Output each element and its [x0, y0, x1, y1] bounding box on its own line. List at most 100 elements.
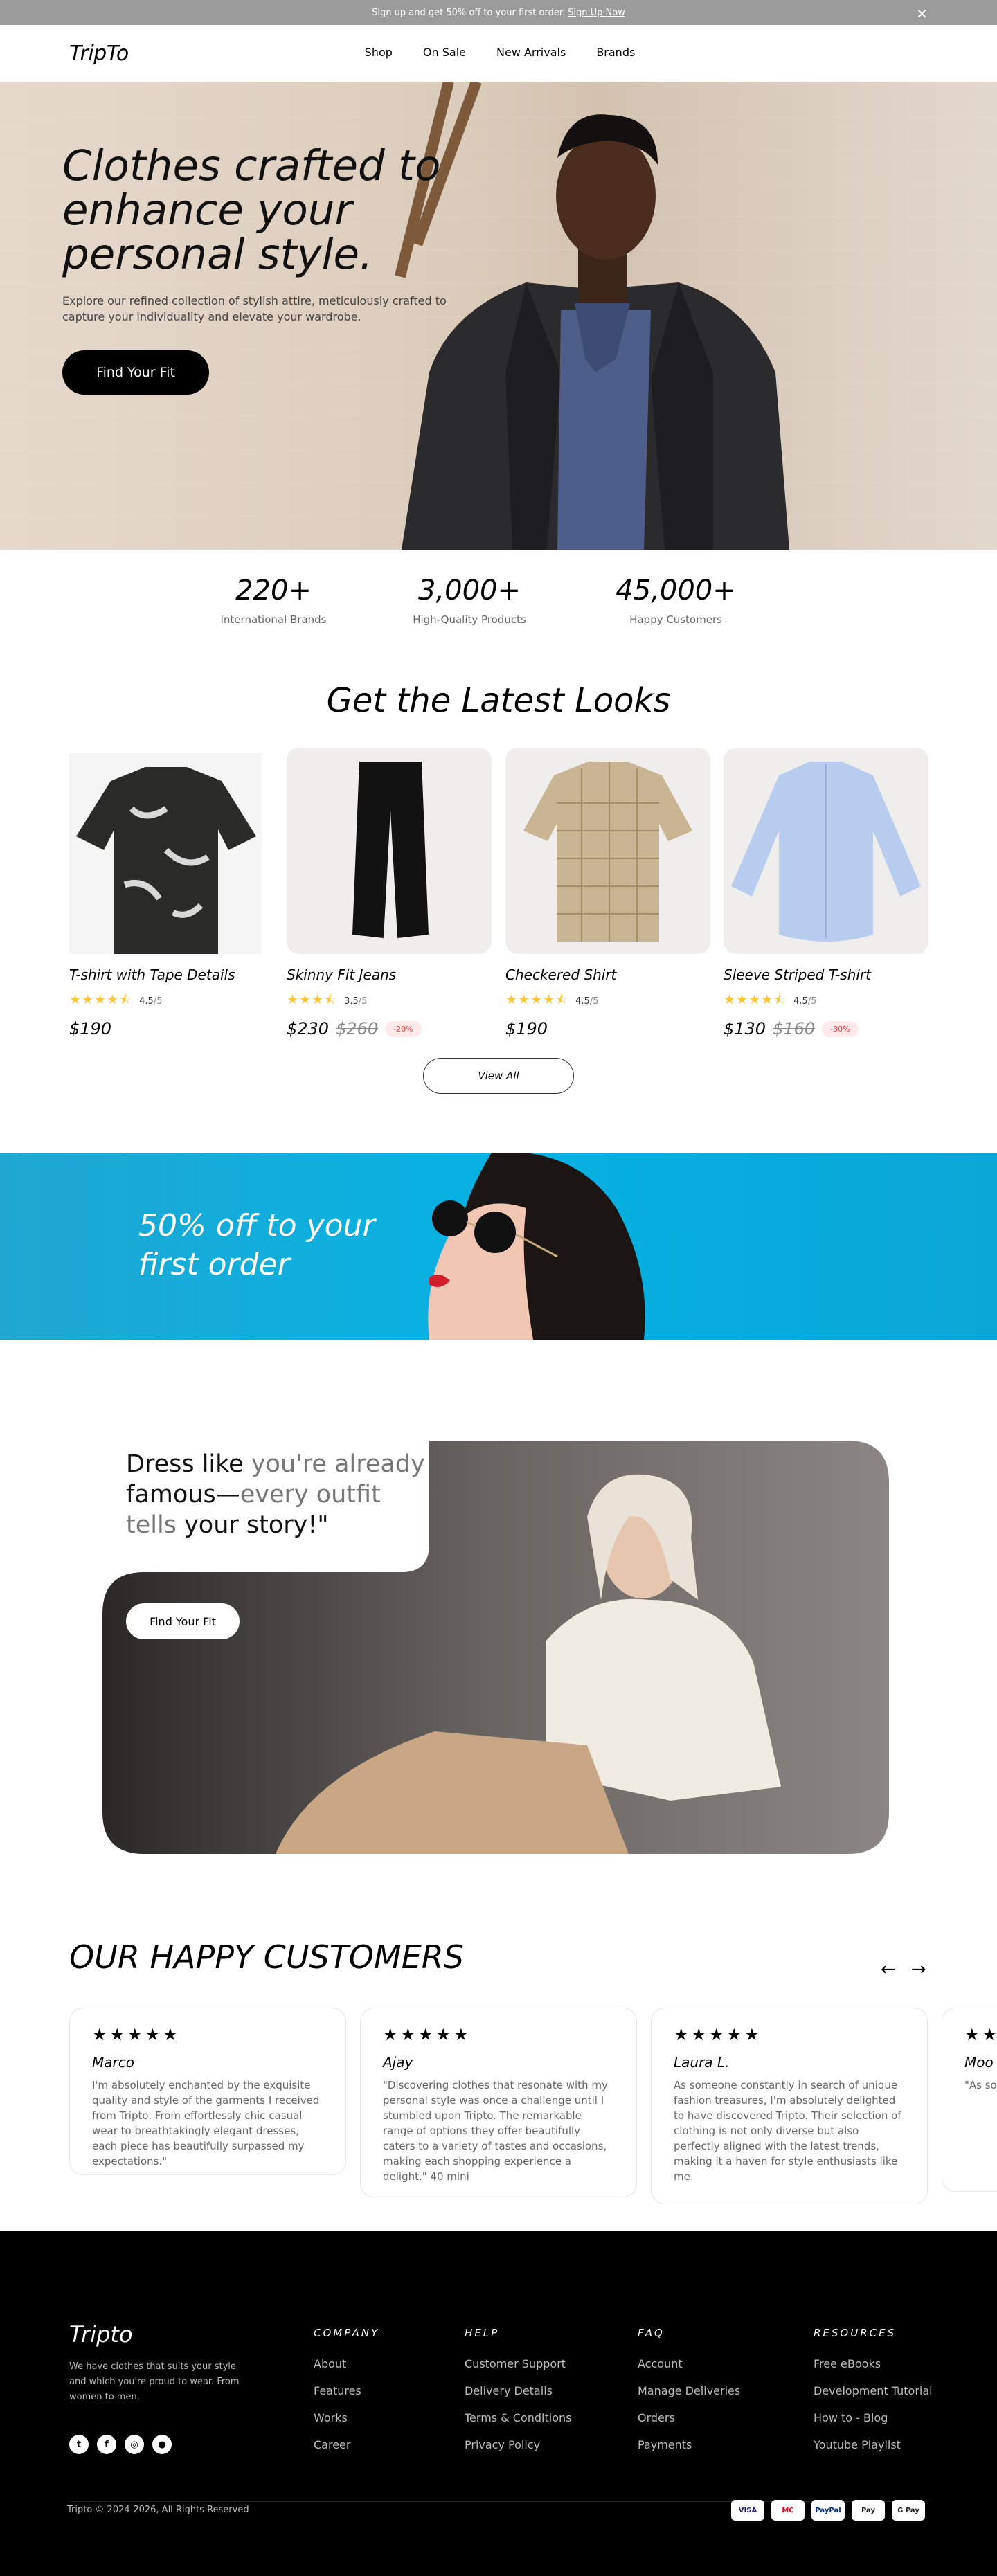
section-title-latest-looks: Get the Latest Looks	[326, 681, 671, 720]
stat-label: Happy Customers	[629, 613, 722, 626]
original-price: $160	[773, 1019, 816, 1038]
product-card[interactable]: Skinny Fit Jeans ★★★⯪ 3.5/5 $230 $260 -2…	[287, 748, 492, 1038]
review-stars-icon: ★★★★★	[383, 2025, 471, 2044]
footer-description: We have clothes that suits your style an…	[69, 2361, 240, 2402]
current-price: $190	[505, 1019, 548, 1038]
footer-link[interactable]: Manage Deliveries	[638, 2384, 740, 2397]
rating-value: 4.5	[793, 996, 808, 1007]
footer-link[interactable]: Customer Support	[465, 2357, 571, 2370]
footer-link[interactable]: Features	[314, 2384, 379, 2397]
stat-number: 45,000+	[616, 575, 736, 606]
quote-part: you're already	[251, 1450, 425, 1478]
mastercard-icon: MC	[771, 2500, 805, 2521]
discount-banner[interactable]: 50% off to your first order	[0, 1153, 997, 1340]
review-stars-icon: ★★★★★	[964, 2025, 997, 2044]
footer-link[interactable]: Youtube Playlist	[814, 2438, 933, 2451]
product-card[interactable]: Sleeve Striped T-shirt ★★★★⯪ 4.5/5 $130 …	[724, 748, 928, 1038]
signup-link[interactable]: Sign Up Now	[568, 8, 625, 18]
footer-link[interactable]: Payments	[638, 2438, 740, 2451]
footer-heading: FAQ	[638, 2327, 665, 2339]
view-all-button[interactable]: View All	[423, 1058, 574, 1094]
arrow-right-icon[interactable]: →	[911, 1959, 926, 1980]
product-name[interactable]: Skinny Fit Jeans	[287, 966, 492, 983]
reviewer-name: Laura L.	[674, 2054, 730, 2071]
review-stars-icon: ★★★★★	[92, 2025, 181, 2044]
review-text: I'm absolutely enchanted by the exquisit…	[92, 2079, 320, 2168]
footer-logo[interactable]: Tripto	[69, 2321, 133, 2348]
product-price: $130 $160 -30%	[724, 1019, 928, 1038]
github-icon[interactable]: ●	[152, 2435, 172, 2454]
banner-text: 50% off to your first order	[138, 1208, 375, 1282]
footer-link[interactable]: Orders	[638, 2411, 740, 2424]
quote-part: your story!"	[184, 1511, 329, 1539]
product-name[interactable]: T-shirt with Tape Details	[69, 966, 262, 983]
product-name[interactable]: Sleeve Striped T-shirt	[724, 966, 928, 983]
review-text: "As so for unie have s clot point w	[964, 2079, 997, 2091]
quote-part: famous—	[126, 1481, 240, 1508]
review-card: ★★★★★ Laura L. As someone constantly in …	[651, 2008, 928, 2204]
footer-link[interactable]: Free eBooks	[814, 2357, 933, 2370]
rating-value: 4.5	[139, 996, 154, 1007]
footer-heading: COMPANY	[314, 2327, 380, 2339]
footer-column-help: HELP Customer Support Delivery Details T…	[465, 2327, 571, 2465]
stat-products: 3,000+ High-Quality Products	[379, 575, 559, 626]
find-your-fit-button[interactable]: Find Your Fit	[62, 350, 209, 395]
facebook-icon[interactable]: f	[97, 2435, 116, 2454]
product-image[interactable]	[287, 748, 492, 954]
current-price: $230	[287, 1019, 330, 1038]
story-find-your-fit-button[interactable]: Find Your Fit	[126, 1603, 240, 1639]
review-card: ★★★★★ Marco I'm absolutely enchanted by …	[69, 2008, 346, 2175]
footer-link[interactable]: Privacy Policy	[465, 2438, 571, 2451]
current-price: $190	[69, 1019, 112, 1038]
product-name[interactable]: Checkered Shirt	[505, 966, 710, 983]
product-image[interactable]	[69, 753, 262, 954]
product-card[interactable]: Checkered Shirt ★★★★⯪ 4.5/5 $190	[505, 748, 710, 1038]
footer-heading: HELP	[465, 2327, 500, 2339]
footer-link[interactable]: How to - Blog	[814, 2411, 933, 2424]
discount-badge: -20%	[385, 1020, 422, 1037]
current-price: $130	[724, 1019, 766, 1038]
nav-item-shop[interactable]: Shop	[362, 46, 393, 59]
promo-text: Sign up and get 50% off to your first or…	[372, 7, 566, 18]
product-image[interactable]	[724, 748, 928, 954]
close-icon[interactable]: ✕	[916, 6, 928, 22]
nav-item-on-sale[interactable]: On Sale	[420, 46, 466, 59]
review-text: "Discovering clothes that resonate with …	[383, 2079, 608, 2183]
discount-badge: -30%	[822, 1020, 859, 1037]
nav-item-new-arrivals[interactable]: New Arrivals	[494, 46, 566, 59]
instagram-icon[interactable]: ◎	[125, 2435, 144, 2454]
stat-number: 220+	[235, 575, 312, 606]
paypal-icon: PayPal	[811, 2500, 845, 2521]
rating-scale: /5	[358, 996, 368, 1007]
section-title-happy-customers: OUR HAPPY CUSTOMERS	[69, 1938, 464, 1976]
banner-model-image	[428, 1153, 645, 1340]
product-grid: T-shirt with Tape Details ★★★★⯪ 4.5/5 $1…	[0, 748, 997, 1108]
footer-link[interactable]: Development Tutorial	[814, 2384, 933, 2397]
original-price: $260	[336, 1019, 379, 1038]
promo-bar: Sign up and get 50% off to your first or…	[0, 0, 997, 25]
product-price: $190	[69, 1019, 262, 1038]
product-price: $190	[505, 1019, 710, 1038]
footer: Tripto We have clothes that suits your s…	[0, 2231, 997, 2576]
footer-link[interactable]: Terms & Conditions	[465, 2411, 571, 2424]
navbar: TripTo Shop On Sale New Arrivals Brands	[0, 25, 997, 82]
review-card: ★★★★★ Moo "As so for unie have s clot po…	[942, 2008, 997, 2192]
footer-link[interactable]: Works	[314, 2411, 379, 2424]
quote-part: Dress like	[126, 1450, 244, 1478]
product-card[interactable]: T-shirt with Tape Details ★★★★⯪ 4.5/5 $1…	[69, 748, 262, 1038]
reviewer-name: Marco	[92, 2054, 134, 2071]
footer-link[interactable]: About	[314, 2357, 379, 2370]
product-image[interactable]	[505, 748, 710, 954]
twitter-icon[interactable]: t	[69, 2435, 89, 2454]
footer-link[interactable]: Account	[638, 2357, 740, 2370]
hero-subtitle: Explore our refined collection of stylis…	[62, 294, 447, 323]
rating-scale: /5	[807, 996, 817, 1007]
footer-link[interactable]: Career	[314, 2438, 379, 2451]
footer-link[interactable]: Delivery Details	[465, 2384, 571, 2397]
arrow-left-icon[interactable]: ←	[881, 1959, 896, 1980]
rating-value: 3.5	[344, 996, 359, 1007]
nav-item-brands[interactable]: Brands	[593, 46, 635, 59]
star-rating-icon: ★★★★⯪	[724, 992, 787, 1007]
product-price: $230 $260 -20%	[287, 1019, 492, 1038]
star-rating-icon: ★★★★⯪	[69, 992, 133, 1007]
